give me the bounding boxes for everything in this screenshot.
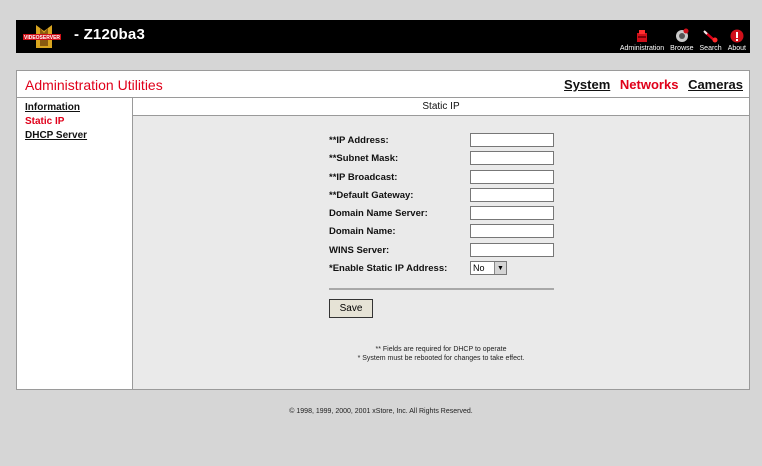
default-gateway-label: **Default Gateway:: [329, 189, 414, 201]
wins-server-label: WINS Server:: [329, 244, 390, 256]
domain-name-input[interactable]: [470, 224, 554, 239]
page-title: Administration Utilities: [25, 77, 163, 93]
enable-static-ip-select[interactable]: No ▼: [470, 261, 507, 276]
chevron-down-icon: ▼: [494, 262, 506, 275]
device-name: - Z120ba3: [74, 26, 145, 43]
section-link-cameras[interactable]: Cameras: [688, 77, 743, 92]
content-area: Static IP **IP Address: **Subnet Mask: *…: [133, 98, 749, 389]
top-bar: VIDEOSERVER - Z120ba3 Administration Bro…: [16, 20, 750, 53]
section-links: System Networks Cameras: [558, 77, 743, 92]
nav-search[interactable]: Search: [700, 28, 722, 52]
domain-name-label: Domain Name:: [329, 226, 396, 238]
wins-server-input[interactable]: [470, 242, 554, 257]
dns-label: Domain Name Server:: [329, 208, 428, 220]
ip-broadcast-label: **IP Broadcast:: [329, 171, 398, 183]
save-button[interactable]: Save: [329, 299, 373, 318]
dns-input[interactable]: [470, 206, 554, 221]
nav-administration[interactable]: Administration: [620, 28, 664, 52]
ip-address-input[interactable]: [470, 133, 554, 147]
form-notes: ** Fields are required for DHCP to opera…: [133, 345, 749, 363]
sidebar: Information Static IP DHCP Server: [17, 98, 133, 389]
copyright-footer: © 1998, 1999, 2000, 2001 xStore, Inc. Al…: [289, 408, 473, 415]
section-link-system[interactable]: System: [564, 77, 610, 92]
section-header: Static IP: [133, 98, 749, 116]
section-link-networks[interactable]: Networks: [620, 77, 679, 92]
videoserver-logo: VIDEOSERVER: [22, 24, 70, 49]
default-gateway-input[interactable]: [470, 187, 554, 202]
nav-about[interactable]: About: [728, 28, 746, 52]
sidebar-item-information[interactable]: Information: [25, 102, 132, 113]
form-divider: [329, 288, 554, 290]
svg-text:VIDEOSERVER: VIDEOSERVER: [24, 35, 60, 41]
enable-static-ip-value: No: [473, 263, 485, 274]
browse-icon: [675, 28, 689, 42]
enable-static-ip-label: *Enable Static IP Address:: [329, 263, 448, 275]
admin-panel: Administration Utilities System Networks…: [16, 70, 750, 390]
note-dhcp-required: ** Fields are required for DHCP to opera…: [375, 346, 507, 353]
subnet-mask-input[interactable]: [470, 151, 554, 166]
ip-address-label: **IP Address:: [329, 135, 389, 146]
ip-broadcast-input[interactable]: [470, 169, 554, 184]
sidebar-item-static-ip[interactable]: Static IP: [25, 116, 132, 127]
note-reboot-required: * System must be rebooted for changes to…: [357, 355, 525, 362]
top-nav: Administration Browse Search About: [620, 22, 746, 52]
sidebar-item-dhcp-server[interactable]: DHCP Server: [25, 130, 132, 141]
admin-icon: [636, 30, 647, 42]
search-icon: [702, 30, 718, 43]
nav-browse[interactable]: Browse: [670, 28, 694, 52]
subnet-mask-label: **Subnet Mask:: [329, 153, 399, 165]
about-icon: [730, 29, 744, 43]
